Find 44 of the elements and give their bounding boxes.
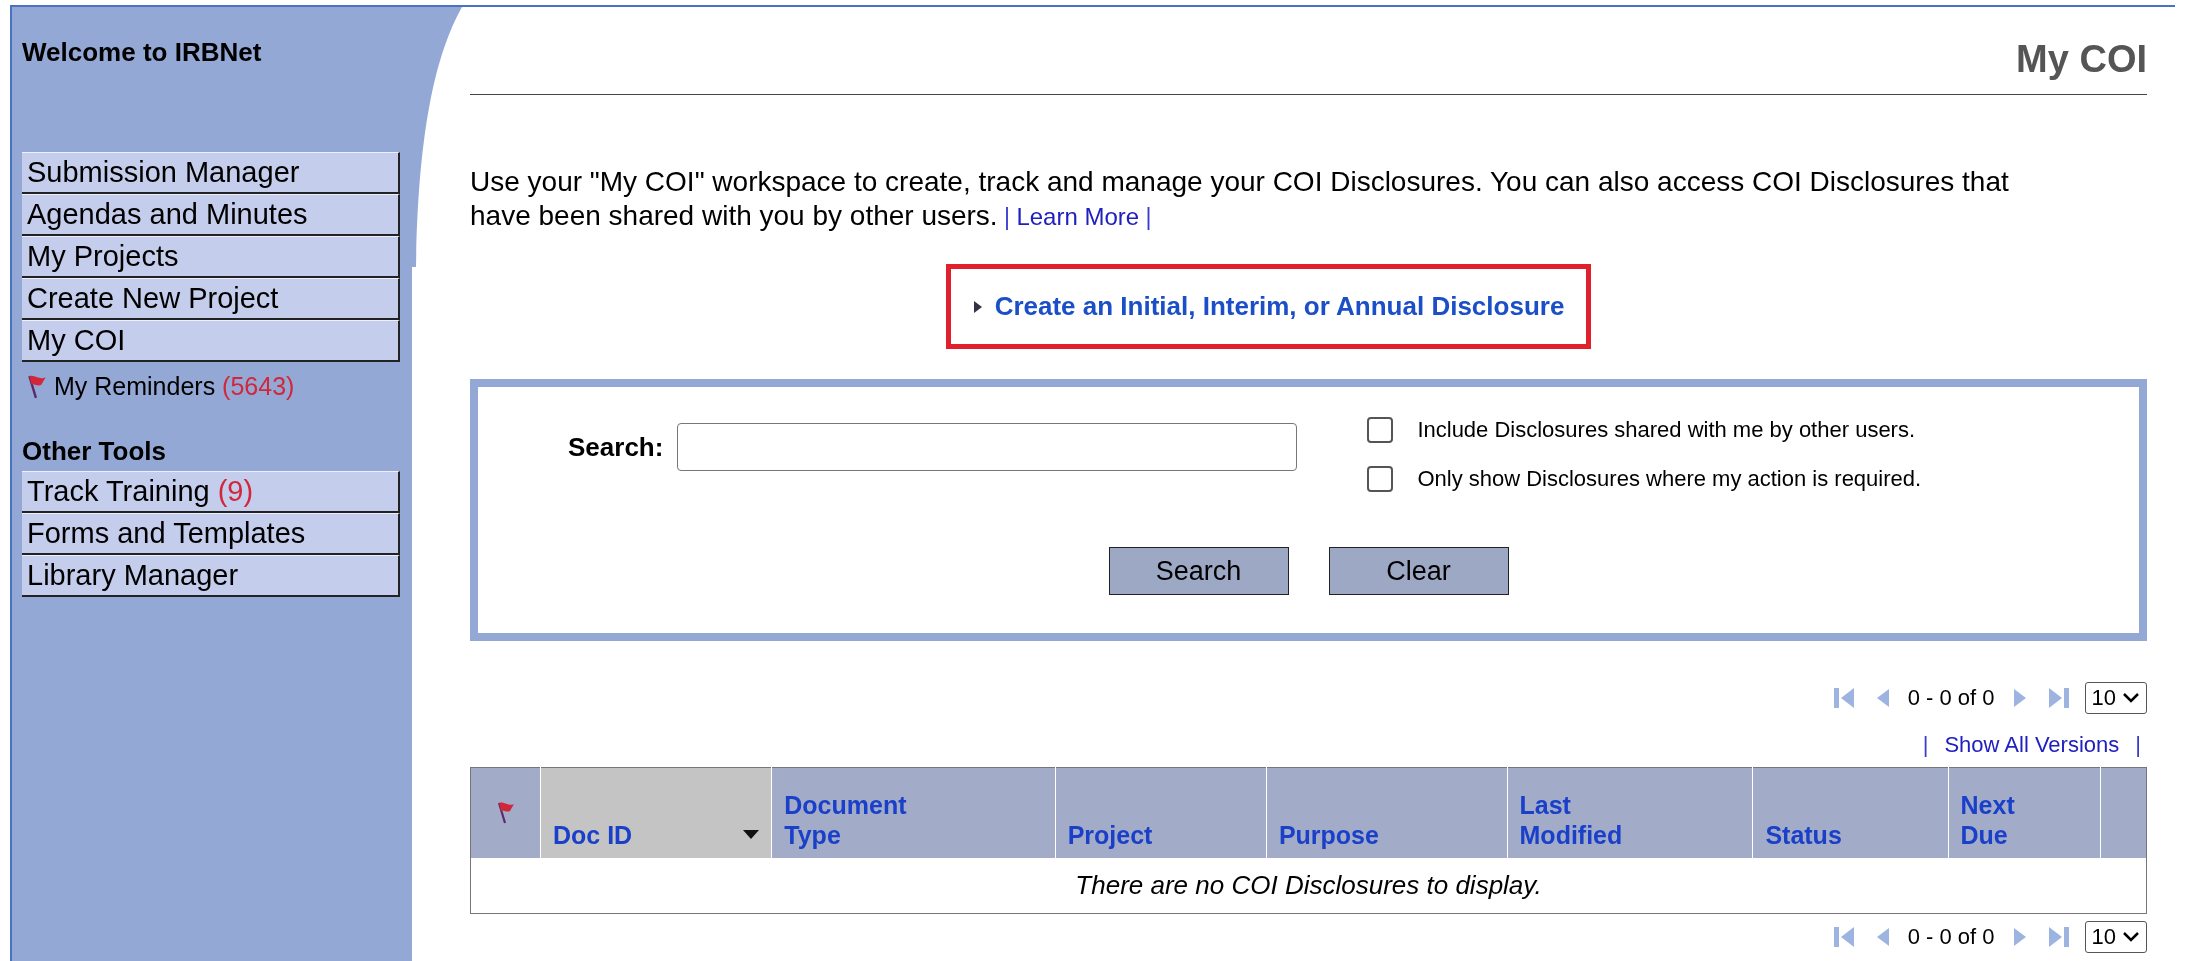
page-range: 0 - 0 of 0: [1907, 923, 1995, 951]
search-button[interactable]: Search: [1108, 547, 1289, 595]
page-range: 0 - 0 of 0: [1907, 684, 1995, 712]
column-header[interactable]: Next Due: [1948, 767, 2101, 858]
triangle-icon: [972, 299, 983, 314]
column-header[interactable]: Document Type: [771, 767, 1056, 858]
learn-more-link[interactable]: Learn More: [1016, 203, 1140, 230]
show-all-versions-link[interactable]: Show All Versions: [1944, 728, 2120, 761]
search-field[interactable]: [677, 423, 1298, 471]
page-size-select[interactable]: 10: [2084, 920, 2147, 953]
sidebar-title: Welcome to IRBNet: [22, 36, 263, 69]
sidebar-item[interactable]: Track Training (9): [22, 470, 400, 513]
column-header[interactable]: Last Modified: [1507, 767, 1753, 858]
reminders-link[interactable]: My Reminders (5643): [54, 368, 295, 406]
chevron-icon: [2122, 930, 2140, 943]
column-header[interactable]: Purpose: [1266, 767, 1508, 858]
empty-message: There are no COI Disclosures to display.: [470, 857, 2147, 914]
sidebar-item[interactable]: Submission Manager: [22, 152, 400, 194]
clear-button[interactable]: Clear: [1328, 547, 1509, 595]
column-header[interactable]: Project: [1055, 767, 1267, 858]
create-disclosure-link[interactable]: Create an Initial, Interim, or Annual Disclosure: [994, 287, 1565, 326]
flag-icon: [495, 801, 516, 826]
search-label: Search:: [568, 430, 664, 464]
sort-caret-icon: [743, 829, 760, 840]
checkbox[interactable]: [1367, 465, 1394, 492]
checkbox-label: Include Disclosures shared with me by other users.: [1417, 416, 1916, 444]
column-header[interactable]: Status: [1752, 767, 1949, 858]
chevron-icon: [2122, 691, 2140, 704]
separator: |: [1922, 731, 1929, 759]
sidebar-item[interactable]: Agendas and Minutes: [22, 194, 400, 236]
column-header[interactable]: Doc ID: [540, 767, 772, 858]
checkbox-label: Only show Disclosures where my action is required.: [1417, 465, 1922, 493]
sidebar-item[interactable]: My COI: [22, 320, 400, 362]
sidebar-item[interactable]: My Projects: [22, 236, 400, 278]
separator: |: [2135, 731, 2141, 759]
flag-icon: [26, 373, 48, 400]
checkbox[interactable]: [1367, 416, 1394, 443]
sidebar-item[interactable]: Library Manager: [22, 554, 400, 597]
sidebar-item[interactable]: Forms and Templates: [22, 512, 400, 555]
sidebar-item[interactable]: Create New Project: [22, 278, 400, 320]
page-size-select[interactable]: 10: [2084, 681, 2147, 714]
page-title: My COI: [2016, 37, 2147, 82]
intro-text: Use your "My COI" workspace to create, track and manage your COI Disclosures. You can also access COI Disclosures that have been shared with you by other users. | Learn More |: [470, 165, 2010, 233]
section-heading: Other Tools: [22, 434, 167, 468]
